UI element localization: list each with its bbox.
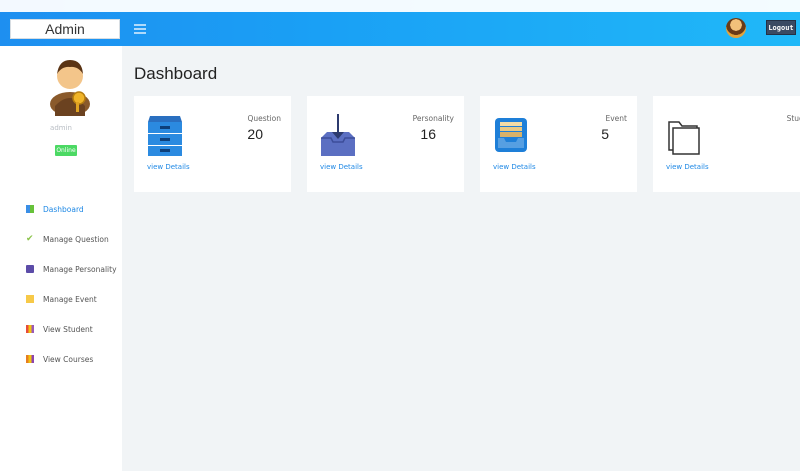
card-value: 5 xyxy=(601,126,609,142)
stat-card-question: Question 20 view Details xyxy=(134,96,291,192)
inbox-tray-icon xyxy=(495,118,527,152)
sidebar-username: admin xyxy=(50,124,72,132)
grid-icon xyxy=(26,295,34,303)
download-tray-icon xyxy=(321,114,355,156)
card-label: Personality xyxy=(412,114,454,123)
sidebar-item-manage-question[interactable]: ✔ Manage Question xyxy=(0,224,122,254)
sidebar-nav: Dashboard ✔ Manage Question Manage Perso… xyxy=(0,194,122,374)
brand-title[interactable]: Admin xyxy=(10,19,120,39)
page-title: Dashboard xyxy=(134,64,218,83)
books-icon xyxy=(26,355,34,363)
drawer-cabinet-icon xyxy=(148,116,182,156)
books-icon xyxy=(26,325,34,333)
stat-card-personality: Personality 16 view Details xyxy=(307,96,464,192)
sidebar-item-label: Manage Personality xyxy=(43,264,117,274)
sidebar-item-label: View Courses xyxy=(43,354,94,364)
top-bar: Admin Logout xyxy=(0,0,800,46)
online-status-badge: Online xyxy=(55,145,77,156)
stat-card-event: Event 5 view Details xyxy=(480,96,637,192)
sidebar-item-label: Dashboard xyxy=(43,204,84,214)
folder-icon xyxy=(668,121,700,155)
sidebar-item-manage-personality[interactable]: Manage Personality xyxy=(0,254,122,284)
card-value: 20 xyxy=(247,126,263,142)
sidebar-item-label: Manage Event xyxy=(43,294,97,304)
card-label: Students xyxy=(786,114,800,123)
admin-avatar-icon xyxy=(50,60,90,116)
view-details-link[interactable]: view Details xyxy=(666,163,709,171)
top-strip xyxy=(0,0,800,12)
view-details-link[interactable]: view Details xyxy=(320,163,363,171)
sidebar-item-view-courses[interactable]: View Courses xyxy=(0,344,122,374)
sidebar-item-manage-event[interactable]: Manage Event xyxy=(0,284,122,314)
sidebar-item-label: View Student xyxy=(43,324,93,334)
sidebar-item-dashboard[interactable]: Dashboard xyxy=(0,194,122,224)
card-label: Question xyxy=(247,114,281,123)
logout-button[interactable]: Logout xyxy=(766,20,796,35)
user-avatar-icon[interactable] xyxy=(726,18,746,38)
stat-card-students: Students 53 view Details xyxy=(653,96,800,192)
checkmark-icon: ✔ xyxy=(26,234,34,244)
card-label: Event xyxy=(605,114,628,123)
view-details-link[interactable]: view Details xyxy=(493,163,536,171)
sidebar-item-label: Manage Question xyxy=(43,234,109,244)
document-icon xyxy=(26,265,34,273)
hamburger-icon[interactable] xyxy=(134,24,146,34)
sidebar: admin Online Dashboard ✔ Manage Question… xyxy=(0,46,122,471)
card-value: 16 xyxy=(420,126,436,142)
dashboard-icon xyxy=(26,205,34,213)
sidebar-item-view-student[interactable]: View Student xyxy=(0,314,122,344)
view-details-link[interactable]: view Details xyxy=(147,163,190,171)
